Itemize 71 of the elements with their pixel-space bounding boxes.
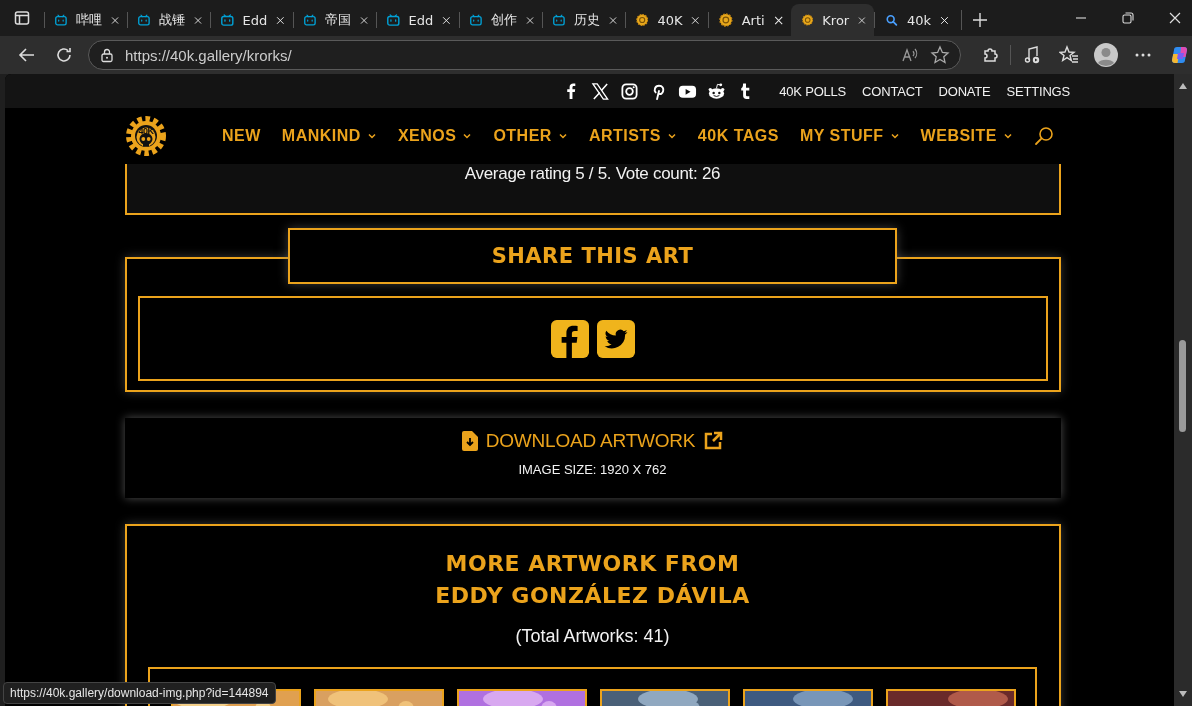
tv-icon [553,12,565,28]
nav-link[interactable]: NEW [222,127,261,145]
browser-tab[interactable]: 创作 [459,4,542,36]
nav-link[interactable]: 40K TAGS [697,127,779,145]
x-icon[interactable] [591,81,611,101]
scroll-up-icon[interactable] [1178,82,1188,90]
favorites-icon[interactable] [1058,45,1079,65]
top-link[interactable]: SETTINGS [1006,83,1070,99]
nav-link[interactable]: ARTISTS [588,127,677,145]
external-link-icon[interactable] [703,431,724,451]
share-heading: SHARE THIS ART [491,244,694,268]
gear-icon [719,12,733,28]
nav-link[interactable]: MY STUFF [799,127,900,145]
star-icon[interactable] [930,45,950,65]
browser-tab[interactable]: Arti [708,4,791,36]
logo-text: 40K [138,126,154,136]
site-logo[interactable]: 40K [126,116,166,156]
browser-tab[interactable]: Edd [210,4,293,36]
twitter-bird-icon[interactable] [596,319,635,358]
tv-icon [470,12,482,28]
nav-link[interactable]: OTHER [493,127,568,145]
address-bar[interactable]: https://40k.gallery/krorks/ [88,40,961,70]
close-icon[interactable] [773,14,783,26]
tv-icon [138,12,150,28]
top-link[interactable]: DONATE [938,83,991,99]
gear-skull-drawing [126,116,166,156]
search-icon [885,12,898,28]
gear-icon [636,12,649,28]
browser-tab[interactable]: 哔哩 [44,4,127,36]
browser-tab[interactable]: 40K [625,4,708,36]
rating-summary: Average rating 5 / 5. Vote count: 26 [464,164,721,185]
browser-tab[interactable]: Kror [791,4,874,36]
reddit-icon[interactable] [707,81,727,101]
close-icon[interactable] [691,14,700,26]
instagram-icon[interactable] [620,81,640,101]
file-download-icon[interactable] [461,431,478,451]
tv-icon [304,12,316,28]
copilot-icon[interactable] [1169,45,1190,65]
section-heading: EDDY GONZÁLEZ DÁVILA [435,582,750,610]
browser-tab[interactable]: 历史 [542,4,625,36]
nav-link[interactable]: MANKIND [281,127,377,145]
scroll-down-icon[interactable] [1178,690,1188,698]
plus-icon[interactable] [972,12,988,28]
scrollbar-thumb[interactable] [1179,340,1186,432]
nav-link[interactable]: XENOS [397,127,473,145]
gear-icon [802,12,814,28]
tv-icon [387,12,400,28]
image-size: IMAGE SIZE: 1920 X 762 [518,462,667,477]
lock-icon[interactable] [99,47,115,63]
tab-layout-icon[interactable] [14,10,30,26]
close-icon[interactable] [1168,12,1181,24]
browser-tab[interactable]: 战锤 [127,4,210,36]
browser-tab[interactable]: 帝国 [293,4,376,36]
nav-link[interactable]: WEBSITE [920,127,1013,145]
restore-icon[interactable] [1121,12,1134,24]
tv-icon [221,12,234,28]
avatar-icon[interactable] [1093,43,1118,67]
top-link[interactable]: 40K POLLS [779,83,847,99]
close-icon[interactable] [442,14,451,26]
tv-icon [55,12,67,28]
top-link[interactable]: CONTACT [862,83,923,99]
close-icon[interactable] [940,14,949,26]
section-heading: MORE ARTWORK FROM [445,550,740,578]
artwork-count: (Total Artworks: 41) [515,626,670,647]
search-icon[interactable] [1034,126,1054,146]
close-icon[interactable] [276,14,285,26]
browser-tab[interactable]: Edd [376,4,459,36]
facebook-icon[interactable] [550,319,589,358]
status-url-tooltip: https://40k.gallery/download-img.php?id=144894 [3,682,276,704]
browser-tab[interactable]: 40k [874,4,957,36]
download-link[interactable]: DOWNLOAD ARTWORK [485,430,696,452]
